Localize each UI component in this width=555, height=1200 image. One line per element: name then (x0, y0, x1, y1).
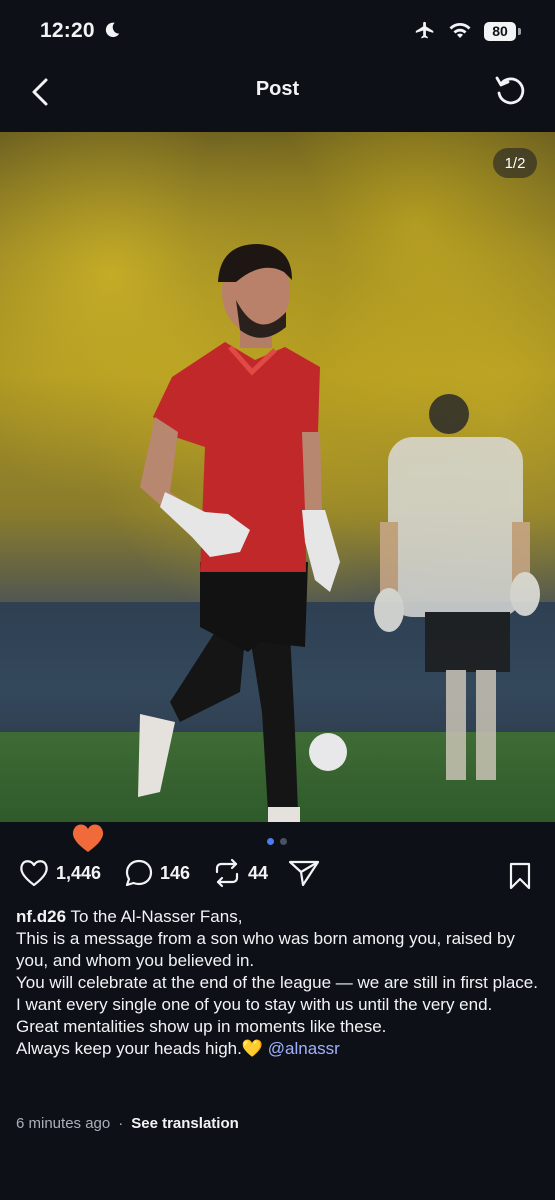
meta-separator: · (118, 1115, 124, 1132)
battery-level: 80 (484, 21, 516, 41)
refresh-icon[interactable] (493, 74, 527, 108)
post-meta: 6 minutes ago · See translation (16, 1115, 239, 1132)
caption-line: I want every single one of you to stay w… (16, 995, 493, 1014)
background-player (374, 394, 540, 780)
comment-button[interactable]: 146 (124, 858, 190, 888)
battery-indicator: 80 (484, 21, 521, 41)
like-count: 1,446 (56, 862, 102, 883)
page-title: Post (255, 78, 300, 100)
comment-count: 146 (160, 862, 191, 883)
bookmark-icon[interactable] (507, 862, 533, 890)
post-caption: nf.d26 To the Al-Nasser Fans, This is a … (16, 906, 540, 1060)
status-time: 12:20 (40, 19, 95, 42)
airplane-mode-icon (415, 21, 434, 39)
repost-button[interactable]: 44 (212, 858, 268, 888)
heart-outline-icon (20, 860, 48, 887)
status-indicators: 80 (414, 20, 521, 42)
caption-line: Great mentalities show up in moments lik… (16, 1017, 387, 1036)
caption-text: Always keep your heads high. (16, 1039, 242, 1058)
repost-count: 44 (248, 862, 269, 883)
mention-link[interactable]: @alnassr (268, 1039, 340, 1058)
post-image[interactable]: 1/2 (0, 132, 555, 822)
caption-first-line: nf.d26 To the Al-Nasser Fans, (16, 906, 540, 928)
see-translation-link[interactable]: See translation (131, 1115, 239, 1132)
repost-icon (215, 858, 239, 888)
post-timestamp: 6 minutes ago (16, 1115, 111, 1132)
top-navigation-bar: Post (0, 62, 555, 132)
status-bar: 12:20 80 (0, 0, 555, 62)
caption-text: To the Al-Nasser Fans, (70, 907, 243, 926)
heart-reaction-icon (72, 824, 104, 852)
do-not-disturb-moon-icon (105, 22, 120, 38)
carousel-dot (280, 838, 287, 845)
post-actions-bar: 1,446 146 44 (18, 858, 538, 894)
send-paper-plane-icon (288, 860, 320, 887)
username-link[interactable]: nf.d26 (16, 907, 66, 926)
carousel-indicator (267, 838, 287, 845)
share-button[interactable] (288, 858, 320, 888)
caption-line: You will celebrate at the end of the lea… (16, 973, 538, 992)
wifi-icon (449, 23, 471, 38)
like-button[interactable]: 1,446 (18, 858, 101, 888)
caption-line: This is a message from a son who was bor… (16, 929, 515, 970)
goalkeeper-illustration (138, 244, 540, 822)
yellow-heart-emoji: 💛 (241, 1039, 264, 1058)
comment-bubble-icon (125, 859, 153, 887)
carousel-dot-active (267, 838, 274, 845)
battery-tip (518, 27, 521, 35)
caption-last-line: Always keep your heads high.💛 @alnassr (16, 1038, 540, 1060)
main-player (138, 244, 340, 822)
image-counter-badge: 1/2 (493, 148, 537, 178)
